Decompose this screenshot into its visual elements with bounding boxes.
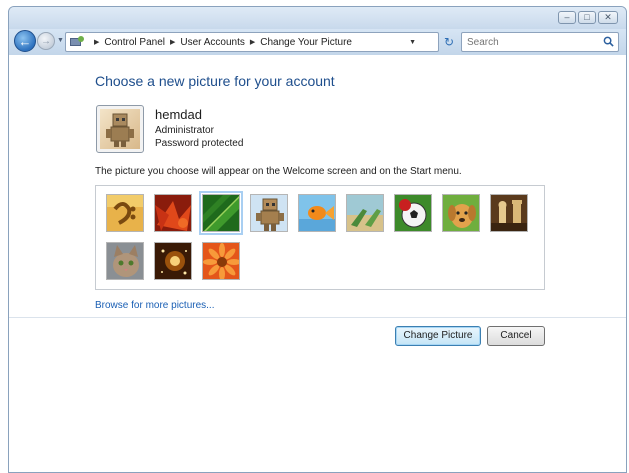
search-box[interactable] [461,32,619,52]
minimize-button[interactable]: – [558,11,576,24]
back-button[interactable]: ← [14,30,36,52]
chevron-right-icon[interactable]: ▶ [94,38,99,46]
picture-sparkles[interactable] [154,242,192,280]
maximize-button[interactable]: □ [578,11,596,24]
chevron-right-icon[interactable]: ▶ [170,38,175,46]
current-picture [96,105,144,153]
picture-soccer-ball[interactable] [394,194,432,232]
search-icon[interactable] [603,36,614,47]
title-bar[interactable]: – □ ✕ [9,7,626,29]
address-bar[interactable]: ▶ Control Panel ▶ User Accounts ▶ Change… [65,32,439,52]
chevron-down-icon[interactable]: ▼ [409,39,416,46]
refresh-icon[interactable]: ↻ [441,34,457,50]
control-panel-window: – □ ✕ ← → ▼ ▶ Control Panel ▶ User Accou… [8,6,627,473]
picture-beach-chairs[interactable] [346,194,384,232]
page-title: Choose a new picture for your account [95,73,335,89]
picture-kitten[interactable] [106,242,144,280]
password-status: Password protected [155,138,244,149]
user-name: hemdad [155,107,202,122]
chevron-right-icon[interactable]: ▶ [250,38,255,46]
picture-gallery [95,185,545,290]
browse-more-pictures-link[interactable]: Browse for more pictures... [95,300,214,311]
user-role: Administrator [155,125,214,136]
picture-robot[interactable] [250,194,288,232]
picture-leaves[interactable] [154,194,192,232]
picture-fish[interactable] [298,194,336,232]
main-content: Choose a new picture for your account he… [9,55,626,472]
close-button[interactable]: ✕ [598,11,618,24]
breadcrumb-user-accounts[interactable]: User Accounts [180,37,244,48]
cancel-button[interactable]: Cancel [487,326,545,346]
control-panel-icon [70,36,84,48]
change-picture-button[interactable]: Change Picture [395,326,481,346]
navigation-bar: ← → ▼ ▶ Control Panel ▶ User Accounts ▶ … [9,29,626,55]
caption-buttons: – □ ✕ [558,11,618,24]
forward-button[interactable]: → [37,32,55,50]
search-input[interactable] [462,33,592,51]
picture-green-leaf[interactable] [199,191,243,235]
divider [9,317,626,318]
picture-dog[interactable] [442,194,480,232]
picture-guitar[interactable] [106,194,144,232]
breadcrumb-change-picture[interactable]: Change Your Picture [260,37,352,48]
info-text: The picture you choose will appear on th… [95,166,462,177]
picture-flower[interactable] [202,242,240,280]
picture-chess[interactable] [490,194,528,232]
breadcrumb-control-panel[interactable]: Control Panel [104,37,165,48]
recent-pages-icon[interactable]: ▼ [57,37,64,44]
avatar [100,109,140,149]
robot-icon [106,113,134,147]
